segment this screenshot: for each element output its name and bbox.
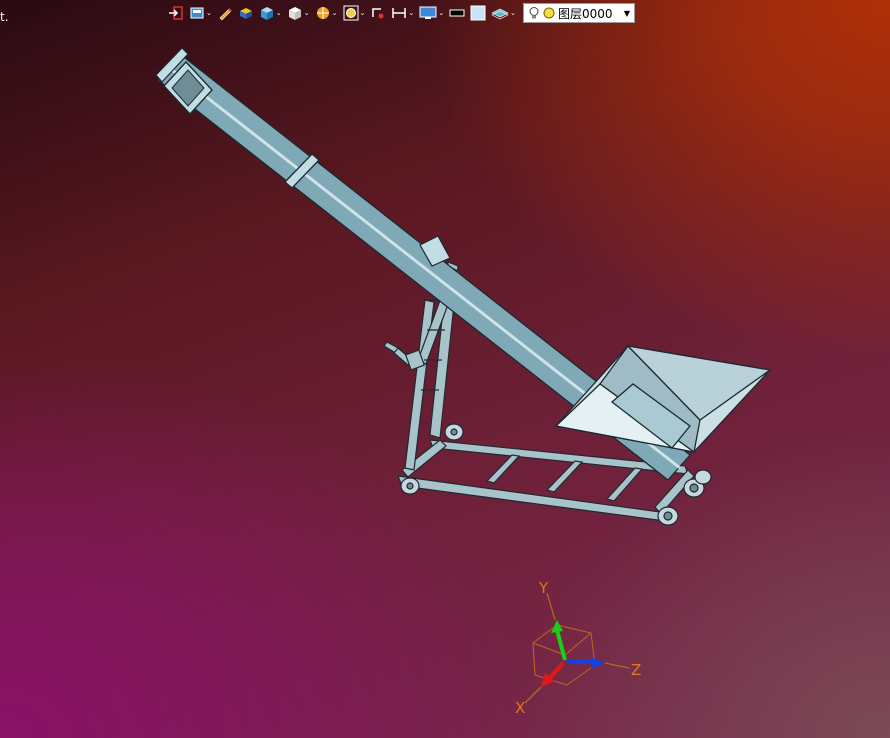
crank-handle [383,341,426,371]
hopper [554,344,772,454]
display-button[interactable]: ⌄ [417,3,446,23]
cube-icon [260,7,273,20]
layer-color-dot-icon [543,7,555,19]
render-button[interactable]: ⌄ [313,3,340,23]
layer-dropdown[interactable]: 图层0000 ▼ [523,3,635,23]
solid-button[interactable]: ⌄ [257,3,284,23]
chevron-down-icon: ⌄ [206,9,212,17]
chevron-down-icon: ⌄ [275,9,282,17]
save-dropdown-icon [190,7,204,19]
box-icon [239,8,252,19]
sketch-button[interactable] [215,3,235,23]
exit-button[interactable] [166,3,186,23]
chevron-down-icon: ⌄ [303,9,310,17]
axis-triad: Y Z X [505,575,655,725]
dropdown-arrow-icon: ▼ [623,8,630,18]
lightbulb-icon [529,7,539,19]
view-orient-button[interactable]: ⌄ [285,3,312,23]
background-icon [470,5,486,21]
layer-name: 图层0000 [558,6,613,21]
chevron-down-icon: ⌄ [331,9,338,17]
display-icon [419,6,437,19]
zoom-button[interactable]: ⌄ [341,3,368,23]
layer-manager-button[interactable]: ⌄ [489,3,518,23]
zoom-icon [343,5,358,21]
measure-button[interactable]: ⌄ [389,3,416,23]
chevron-down-icon: ⌄ [510,9,516,17]
exit-icon [169,6,183,20]
snap-icon [372,8,384,19]
conveyor-model[interactable] [0,0,890,738]
measure-icon [392,8,407,18]
chevron-down-icon: ⌄ [408,9,415,17]
top-toolbar: ⌄ ⌄ ⌄ ⌄ ⌄ ⌄ ⌄ ⌄ 图层0000 ▼ [166,2,635,24]
color-icon [449,9,465,17]
pencil-icon [219,8,232,21]
color-button[interactable] [447,3,467,23]
triad-z-label: Z [631,661,642,679]
save-button[interactable]: ⌄ [187,3,214,23]
layer-stack-icon [491,8,509,20]
render-icon [316,7,329,19]
triad-y-label: Y [539,579,549,597]
3d-viewport[interactable]: t. Y Z X [0,0,890,738]
snap-button[interactable] [368,3,388,23]
chevron-down-icon: ⌄ [359,9,366,17]
triad-graphic [524,592,630,704]
chevron-down-icon: ⌄ [438,9,445,17]
triad-x-label: X [515,699,526,717]
box-button[interactable] [236,3,256,23]
background-button[interactable] [468,3,488,23]
view-cube-icon [288,7,301,20]
